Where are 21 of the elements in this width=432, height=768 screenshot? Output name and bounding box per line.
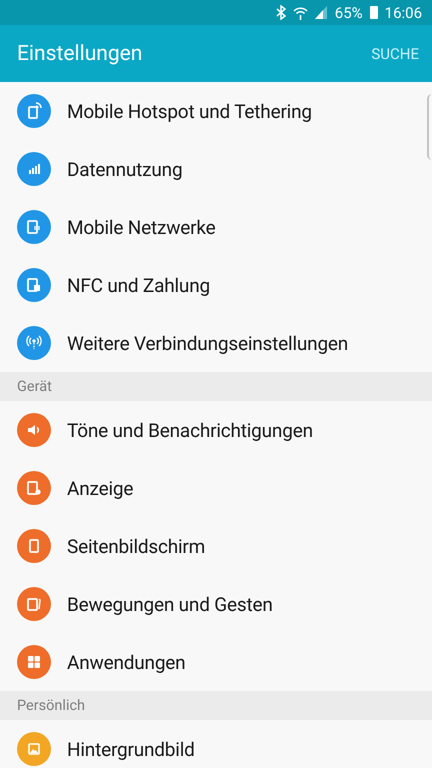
settings-item[interactable]: Anwendungen bbox=[0, 633, 432, 691]
settings-item[interactable]: Töne und Benachrichtigungen bbox=[0, 401, 432, 459]
wifi-icon bbox=[292, 6, 308, 20]
settings-item[interactable]: Seitenbildschirm bbox=[0, 517, 432, 575]
bluetooth-icon bbox=[276, 5, 286, 20]
screen-title: Einstellungen bbox=[17, 42, 142, 66]
signal-icon bbox=[314, 6, 328, 19]
settings-item[interactable]: Anzeige bbox=[0, 459, 432, 517]
battery-icon bbox=[370, 6, 378, 19]
settings-item[interactable]: Mobile Netzwerke bbox=[0, 198, 432, 256]
battery-percentage: 65% bbox=[334, 4, 363, 22]
settings-item[interactable]: Weitere Verbindungseinstellungen bbox=[0, 314, 432, 372]
section-title: Gerät bbox=[17, 378, 52, 395]
settings-item[interactable]: Mobile Hotspot und Tethering bbox=[0, 82, 432, 140]
settings-item[interactable]: NFC und Zahlung bbox=[0, 256, 432, 314]
settings-item[interactable]: Bewegungen und Gesten bbox=[0, 575, 432, 633]
settings-item[interactable]: Hintergrundbild bbox=[0, 720, 432, 768]
clock: 16:06 bbox=[384, 4, 422, 22]
scrollbar bbox=[427, 94, 432, 160]
settings-item[interactable]: Datennutzung bbox=[0, 140, 432, 198]
section-title: Persönlich bbox=[17, 697, 86, 714]
